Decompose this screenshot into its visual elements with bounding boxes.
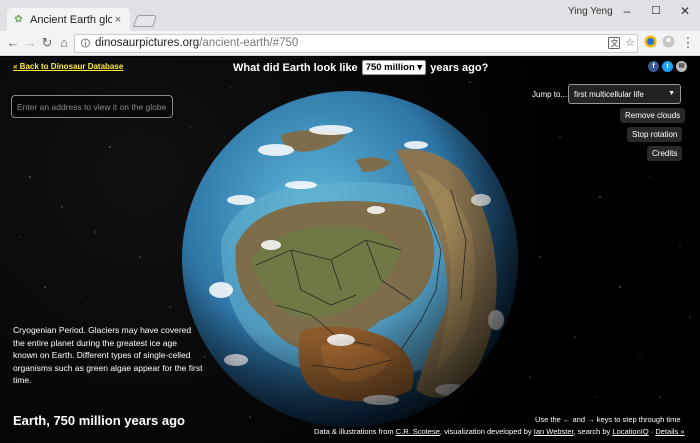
jump-to-label: Jump to... [532, 90, 568, 99]
svg-text:文: 文 [611, 38, 619, 48]
credits-button[interactable]: Credits [647, 146, 683, 161]
back-to-database-link[interactable]: « Back to Dinosaur Database [13, 62, 123, 71]
reload-icon[interactable]: ↻ [39, 35, 55, 51]
back-arrow-icon[interactable]: ← [5, 35, 21, 51]
keyboard-hint: Use the ← and → keys to step through tim… [535, 415, 681, 424]
forward-arrow-icon[interactable]: → [22, 35, 38, 51]
tab-title: Ancient Earth globe [30, 13, 112, 26]
bookmark-star-icon[interactable]: ☆ [622, 35, 638, 51]
twitter-icon[interactable]: t [662, 61, 673, 72]
facebook-icon[interactable]: f [648, 61, 659, 72]
period-description: Cryogenian Period. Glaciers may have cov… [13, 325, 203, 385]
heading-prefix: What did Earth look like [233, 61, 358, 74]
extension-icon[interactable] [642, 35, 658, 51]
dinosaur-favicon-icon: ✿ [14, 14, 23, 25]
earth-age-title: Earth, 750 million years ago [13, 413, 185, 428]
scotese-link[interactable]: C.R. Scotese [396, 427, 440, 436]
url-path: /ancient-earth/#750 [199, 37, 299, 49]
heading-suffix: years ago? [430, 61, 489, 74]
ian-webster-link[interactable]: Ian Webster [534, 427, 574, 436]
search-placeholder: Enter an address to view it on the globe [17, 102, 167, 112]
ancient-earth-page: « Back to Dinosaur Database What did Ear… [0, 57, 700, 443]
browser-tab[interactable]: ✿ Ancient Earth globe × [7, 8, 130, 31]
address-search-input[interactable]: Enter an address to view it on the globe [11, 95, 173, 118]
credits-line: Data & illustrations from C.R. Scotese, … [314, 427, 685, 436]
chevron-down-icon: ▼ [668, 90, 675, 97]
browser-toolbar: ← → ↻ ⌂ dinosaurpictures.org/ancient-ear… [0, 31, 700, 56]
page-heading: What did Earth look like 750 million ▾ y… [233, 60, 488, 75]
info-icon[interactable] [81, 37, 90, 49]
years-ago-select[interactable]: 750 million ▾ [361, 60, 427, 75]
years-ago-value: 750 million [365, 62, 415, 73]
locationiq-link[interactable]: LocationIQ [612, 427, 648, 436]
account-icon[interactable] [660, 35, 676, 51]
translate-icon[interactable]: 文 [606, 37, 622, 53]
minimize-icon[interactable]: – [615, 3, 639, 19]
jump-to-value: first multicellular life [574, 90, 644, 99]
earth-globe[interactable] [181, 90, 519, 428]
menu-icon[interactable]: ⋮ [680, 35, 696, 51]
maximize-icon[interactable]: ☐ [644, 3, 668, 19]
email-icon[interactable]: ✉ [676, 61, 687, 72]
credits-separator: · [650, 427, 654, 436]
browser-titlebar: ✿ Ancient Earth globe × Ying Yeng – ☐ ✕ [0, 0, 700, 31]
close-window-icon[interactable]: ✕ [673, 3, 697, 19]
credits-mid: , visualization developed by [439, 427, 532, 436]
stop-rotation-button[interactable]: Stop rotation [627, 127, 683, 142]
new-tab-button[interactable] [133, 15, 157, 27]
details-link[interactable]: Details » [655, 427, 684, 436]
profile-name[interactable]: Ying Yeng [568, 6, 613, 17]
home-icon[interactable]: ⌂ [56, 35, 72, 51]
tab-close-icon[interactable]: × [112, 14, 124, 26]
url-host: dinosaurpictures.org [95, 37, 200, 49]
credits-prefix: Data & illustrations from [314, 427, 394, 436]
jump-to-select[interactable]: first multicellular life ▼ [568, 84, 681, 104]
address-bar[interactable]: dinosaurpictures.org/ancient-earth/#750 [74, 34, 638, 53]
credits-search: , search by [573, 427, 611, 436]
remove-clouds-button[interactable]: Remove clouds [620, 108, 686, 123]
